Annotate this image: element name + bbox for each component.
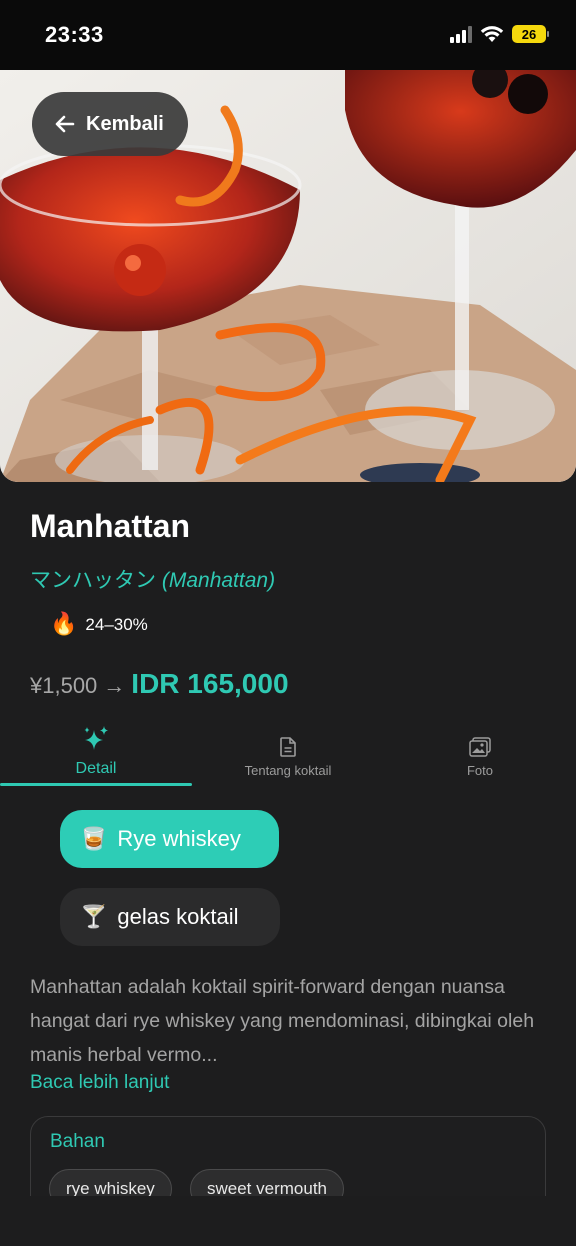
glass-type-chip[interactable]: 🍸 gelas koktail (60, 888, 280, 946)
tab-photo[interactable]: Foto (384, 714, 576, 788)
cocktail-description: Manhattan adalah koktail spirit-forward … (30, 976, 535, 1066)
tab-detail-label: Detail (75, 760, 117, 777)
battery-icon: 26 (512, 25, 549, 43)
abv-info: 🔥 24–30% (50, 612, 148, 637)
back-button[interactable]: Kembali (32, 92, 188, 156)
back-button-label: Kembali (86, 112, 164, 135)
cocktail-name-en: (Manhattan) (161, 569, 276, 592)
tab-about-label: Tentang koktail (244, 763, 332, 778)
tab-photo-label: Foto (466, 763, 493, 778)
price-converted: IDR 165,000 (131, 668, 289, 699)
cocktail-name: Manhattan (30, 508, 190, 544)
tab-active-indicator (0, 783, 192, 786)
whiskey-glass-icon: 🥃 (80, 826, 108, 852)
arrow-left-icon (55, 115, 75, 133)
status-bar: 23:33 26 (0, 0, 576, 70)
price-arrow: → (103, 673, 126, 698)
sparkles-icon (84, 726, 108, 750)
glass-type-label: gelas koktail (117, 904, 239, 929)
document-icon (280, 737, 296, 757)
cocktail-name-jp: マンハッタン (30, 569, 156, 592)
cocktail-detail-screen: 23:33 26 Kembali Manhattan マンハッタン (Manha… (0, 0, 576, 1246)
cocktail-subtitle: マンハッタン (Manhattan) (30, 564, 275, 594)
tab-detail[interactable]: Detail (0, 714, 192, 788)
base-spirit-label: Rye whiskey (117, 826, 241, 851)
price-original: ¥1,500 (30, 673, 98, 698)
signal-icon (450, 25, 472, 43)
fire-icon: 🔥 (50, 612, 78, 637)
tab-about-cocktail[interactable]: Tentang koktail (192, 714, 384, 788)
tab-bar: Detail Tentang koktail Foto (0, 714, 576, 788)
wifi-icon (480, 26, 504, 42)
read-more-link[interactable]: Baca lebih lanjut (30, 1072, 169, 1094)
photo-icon (469, 737, 491, 757)
status-indicators: 26 (450, 25, 549, 43)
abv-value: 24–30% (85, 614, 148, 634)
bottom-overlay (0, 1196, 576, 1246)
base-spirit-chip[interactable]: 🥃 Rye whiskey (60, 810, 279, 868)
price-info: ¥1,500 → IDR 165,000 (30, 668, 289, 700)
ingredients-title: Bahan (50, 1131, 105, 1152)
cocktail-glass-icon: 🍸 (80, 904, 108, 930)
status-time: 23:33 (45, 22, 104, 47)
battery-level: 26 (521, 26, 537, 42)
